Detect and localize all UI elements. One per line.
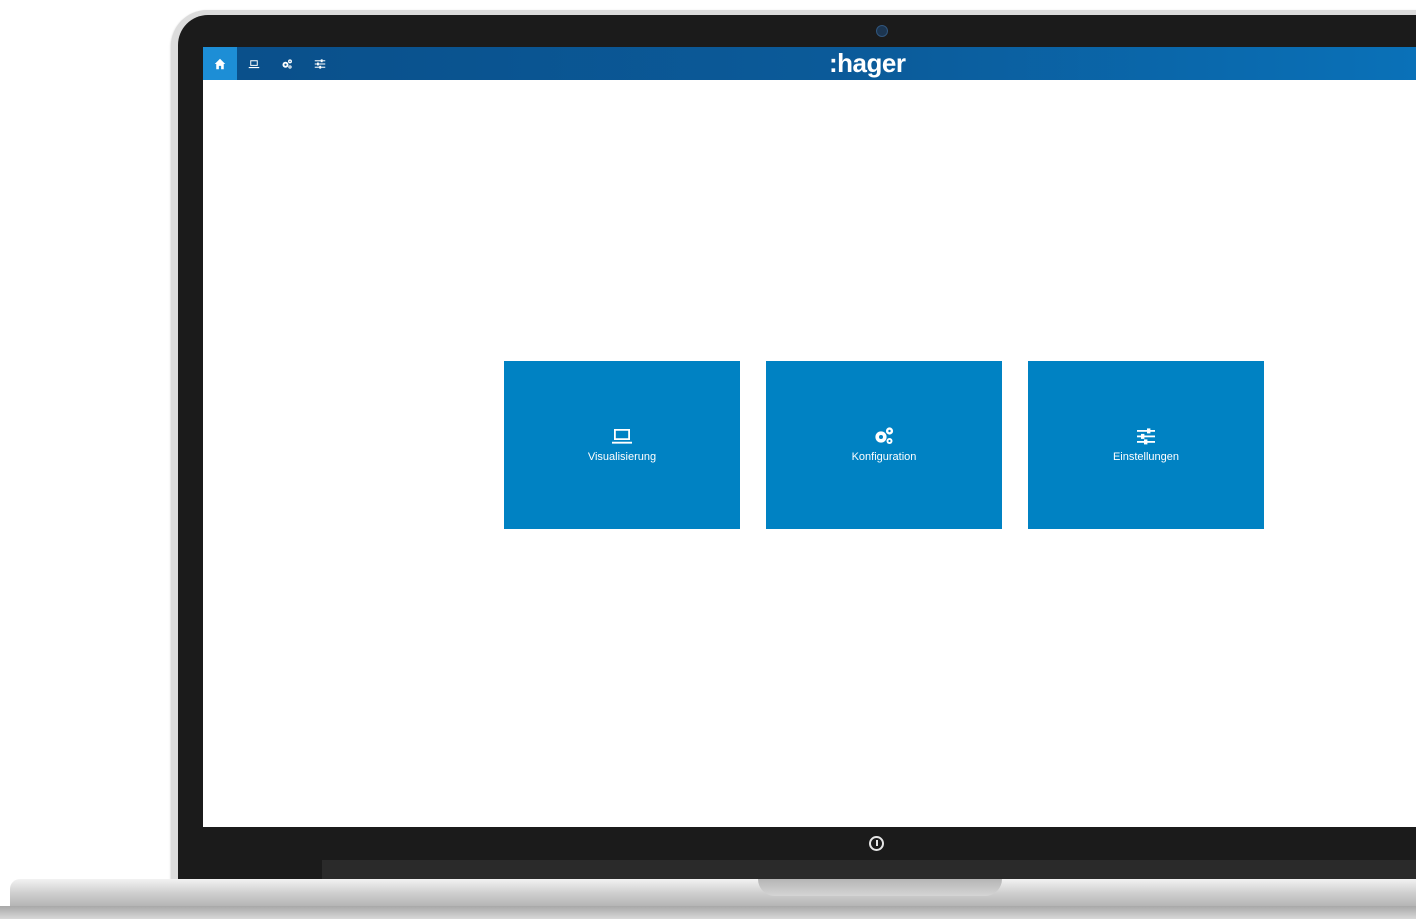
home-icon xyxy=(214,58,226,69)
gears-icon xyxy=(282,58,292,69)
top-navigation-bar: :hager xyxy=(203,47,1416,80)
tile-label: Visualisierung xyxy=(587,451,657,463)
nav-visualisierung-button[interactable] xyxy=(237,47,271,80)
webcam-icon xyxy=(876,25,888,37)
laptop-base-notch xyxy=(758,879,1002,896)
nav-home-button[interactable] xyxy=(203,47,237,80)
tile-konfiguration[interactable]: Konfiguration xyxy=(766,361,1002,529)
laptop-base-shadow xyxy=(0,906,1416,919)
bezel-lower-strip xyxy=(322,860,1416,880)
sliders-icon xyxy=(1137,428,1155,445)
gears-icon xyxy=(875,427,894,444)
sliders-icon xyxy=(314,58,326,69)
hager-logo: :hager xyxy=(829,48,906,78)
laptop-icon xyxy=(612,429,632,444)
nav-konfiguration-button[interactable] xyxy=(270,47,304,80)
laptop-icon xyxy=(248,59,260,68)
app-screen: :hager Visualisierung Konfiguration Eins… xyxy=(203,47,1416,827)
tile-label: Konfiguration xyxy=(851,451,917,463)
tile-visualisierung[interactable]: Visualisierung xyxy=(504,361,740,529)
nav-einstellungen-button[interactable] xyxy=(303,47,337,80)
power-icon xyxy=(869,836,884,851)
tile-einstellungen[interactable]: Einstellungen xyxy=(1028,361,1264,529)
tile-label: Einstellungen xyxy=(1112,451,1180,463)
